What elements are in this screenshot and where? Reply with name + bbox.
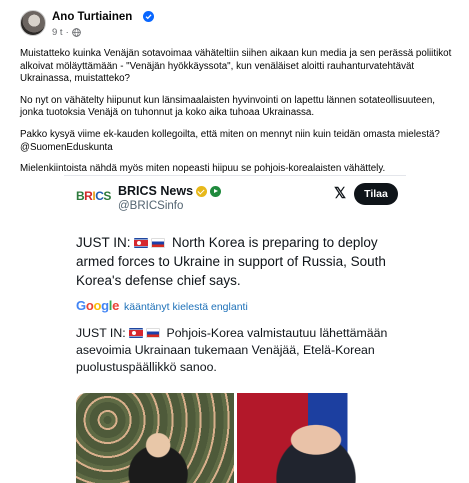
embedded-tweet-card[interactable]: BRICS BRICS News @BRICSinfo 𝕏 Tilaa JUST… [64,175,406,483]
russia-flag-icon [151,238,166,248]
tweet-prefix: JUST IN: [76,235,131,250]
post-paragraph: Muistatteko kuinka Venäjän sotavoimaa vä… [20,48,452,85]
tweet-photo-left[interactable] [76,393,234,483]
post-paragraph: Mielenkiintoista nähdä myös miten nopeas… [20,163,386,175]
russia-flag-icon [146,328,161,338]
translated-prefix: JUST IN: [76,326,126,340]
tweet-account-handle[interactable]: @BRICSinfo [118,200,183,212]
gold-verified-icon [196,185,208,197]
author-name[interactable]: Ano Turtiainen [52,11,132,23]
translation-attribution[interactable]: Google kääntänyt kielestä englanti [76,298,248,313]
north-korea-flag-icon [134,238,149,248]
north-korea-flag-icon [129,328,144,338]
post-time[interactable]: 9 t [52,27,63,38]
separator-dot: · [65,27,69,38]
post-paragraph: Pakko kysyä viime ek-kauden kollegoilta,… [20,128,440,153]
google-logo: Google [76,298,120,313]
translate-label[interactable]: kääntänyt kielestä englanti [124,301,248,313]
globe-icon [71,28,81,37]
post-paragraph: No nyt on vähätelty hiipunut kun länsima… [20,94,436,119]
play-badge-icon [210,185,222,197]
tweet-account-name[interactable]: BRICS News [118,184,222,198]
brics-logo: BRICS [76,189,111,203]
tweet-photo-right[interactable] [237,393,395,483]
tweet-text: JUST IN: North Korea is preparing to dep… [76,233,396,290]
follow-button[interactable]: Tilaa [354,183,398,205]
author-avatar[interactable] [20,10,46,36]
post-body: Muistatteko kuinka Venäjän sotavoimaa vä… [20,48,460,185]
post-header: Ano Turtiainen 9 t · [0,0,469,40]
verified-badge-icon [143,11,154,22]
translated-text: JUST IN: Pohjois-Korea valmistautuu lähe… [76,325,396,376]
card-divider [64,175,406,176]
x-logo-icon[interactable]: 𝕏 [334,186,348,201]
post-meta: 9 t · [52,27,81,38]
